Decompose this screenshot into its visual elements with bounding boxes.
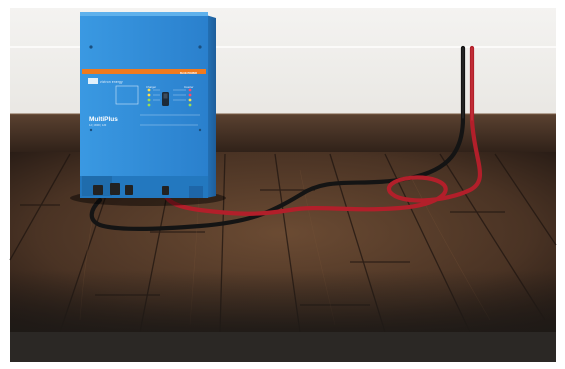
charger-label: Charger [146, 85, 157, 89]
multiplus-inverter [80, 12, 216, 198]
model-label: MultiPlus [89, 116, 118, 123]
product-photo: BLUE POWER victron energy Charger Invert… [0, 0, 565, 369]
victron-logo-icon [88, 78, 98, 84]
brand-label: victron energy [100, 80, 123, 84]
model-spec-label: 12 | 3000 | 120 [89, 123, 107, 127]
inverter-label: Inverter [184, 85, 194, 89]
strip-text: BLUE POWER [180, 72, 197, 75]
floor-shadow-band [10, 332, 556, 362]
scene-illustration [0, 0, 565, 369]
